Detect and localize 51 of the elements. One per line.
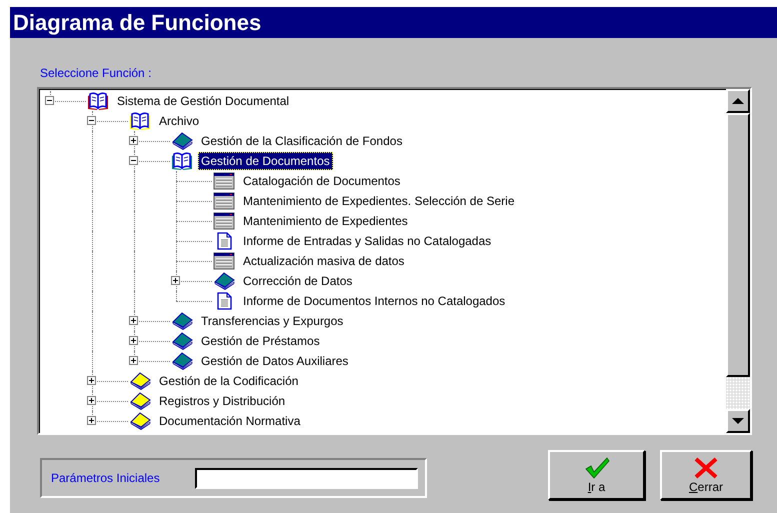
collapse-toggle[interactable]	[129, 156, 138, 165]
closed-book-icon	[171, 352, 193, 370]
expand-toggle[interactable]	[129, 356, 138, 365]
closed-book-icon	[129, 392, 151, 410]
tree-item[interactable]: Gestión de la Clasificación de Fondos	[198, 132, 406, 150]
tree-item[interactable]: Mantenimiento de Expedientes. Selección de Serie	[240, 192, 518, 210]
expand-toggle[interactable]	[129, 316, 138, 325]
tree-item[interactable]: Gestión de Datos Auxiliares	[198, 352, 352, 370]
tree-item[interactable]: Mantenimiento de Expedientes	[240, 212, 411, 230]
expand-toggle[interactable]	[87, 376, 96, 385]
tree-item[interactable]: Transferencias y Expurgos	[198, 312, 346, 330]
tree-item[interactable]: Sistema de Gestión Documental	[114, 92, 292, 110]
cross-icon	[693, 456, 719, 480]
closed-book-icon	[129, 372, 151, 390]
open-book-icon	[171, 152, 193, 170]
scrollbar[interactable]	[726, 89, 750, 433]
scroll-up-button[interactable]	[726, 89, 750, 113]
tree-item[interactable]: Gestión de Documentos	[198, 152, 333, 170]
tree-item[interactable]: Registros y Distribución	[156, 392, 288, 410]
closed-book-icon	[171, 332, 193, 350]
tree-item[interactable]: Informe de Documentos Internos no Catalogados	[240, 292, 508, 310]
scroll-thumb[interactable]	[726, 113, 750, 377]
collapse-toggle[interactable]	[45, 96, 54, 105]
tree-item[interactable]: Catalogación de Documentos	[240, 172, 404, 190]
closed-book-icon	[171, 312, 193, 330]
open-book-icon	[129, 112, 151, 130]
closed-book-icon	[171, 132, 193, 150]
go-button[interactable]: Ir a	[548, 450, 645, 500]
closed-book-icon	[213, 272, 235, 290]
window-title: Diagrama de Funciones	[10, 7, 777, 38]
tree-item[interactable]: Corrección de Datos	[240, 272, 356, 290]
parameters-field[interactable]	[195, 468, 418, 488]
parameters-label: Parámetros Iniciales	[51, 471, 161, 485]
tree-item[interactable]: Documentación Normativa	[156, 412, 304, 430]
collapse-toggle[interactable]	[87, 116, 96, 125]
expand-toggle[interactable]	[171, 276, 180, 285]
closed-book-icon	[129, 412, 151, 430]
expand-toggle[interactable]	[87, 396, 96, 405]
tree-item[interactable]: Gestión de Préstamos	[198, 332, 323, 350]
tree-item[interactable]: Gestión de la Codificación	[156, 372, 302, 390]
expand-toggle[interactable]	[87, 416, 96, 425]
scroll-down-button[interactable]	[726, 409, 750, 433]
expand-toggle[interactable]	[129, 336, 138, 345]
tree-label: Seleccione Función :	[40, 66, 152, 80]
tree-item[interactable]: Informe de Entradas y Salidas no Catalogadas	[240, 232, 494, 250]
check-icon	[584, 456, 610, 480]
tree-item[interactable]: Archivo	[156, 112, 202, 130]
tree-item[interactable]: Actualización masiva de datos	[240, 252, 408, 270]
close-button[interactable]: Cerrar	[660, 450, 752, 500]
open-book-icon	[87, 92, 109, 110]
expand-toggle[interactable]	[129, 136, 138, 145]
